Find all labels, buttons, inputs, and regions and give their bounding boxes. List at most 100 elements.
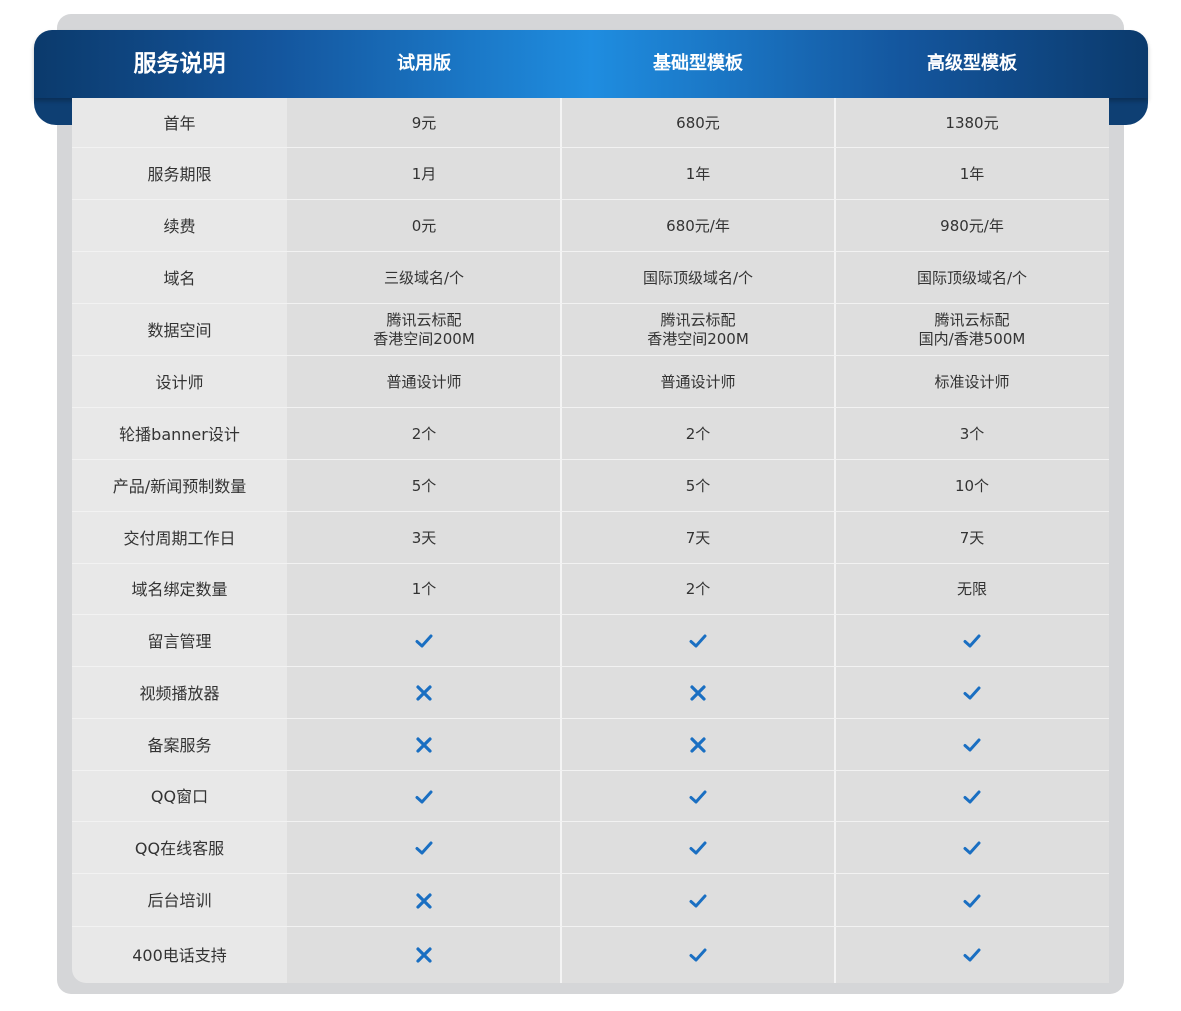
check-icon [561,615,835,667]
column-divider [560,460,562,512]
header-title: 服务说明 [133,51,226,77]
check-icon [287,822,561,874]
row-label: 首年 [72,98,287,148]
column-divider [834,771,836,822]
check-icon [287,615,561,667]
cross-icon [561,667,835,719]
column-divider [560,822,562,874]
column-divider [560,408,562,460]
row-label: QQ在线客服 [72,822,287,874]
column-divider [560,252,562,304]
plan-value: 国际顶级域名/个 [835,252,1109,304]
row-label: 续费 [72,200,287,252]
row-label: 后台培训 [72,874,287,927]
plan-value: 3天 [287,512,561,564]
check-icon [835,874,1109,927]
check-icon [835,927,1109,983]
plan-value: 三级域名/个 [287,252,561,304]
column-divider [834,564,836,615]
cross-icon [287,874,561,927]
check-icon [835,615,1109,667]
check-icon [561,822,835,874]
plan-value: 无限 [835,564,1109,615]
plan-value: 1380元 [835,98,1109,148]
table-row: 后台培训 [72,874,1109,927]
table-row: 首年 9元 680元 1380元 [72,98,1109,148]
column-divider [560,927,562,983]
table-row: 服务期限 1月 1年 1年 [72,148,1109,200]
cross-icon [287,719,561,771]
table-row: 数据空间 腾讯云标配 香港空间200M 腾讯云标配 香港空间200M 腾讯云标配 国内… [72,304,1109,356]
row-label: 视频播放器 [72,667,287,719]
column-divider [834,927,836,983]
column-divider [834,252,836,304]
header-plan-advanced: 高级型模板 [927,53,1017,74]
table-row: 域名 三级域名/个 国际顶级域名/个 国际顶级域名/个 [72,252,1109,304]
check-icon [835,667,1109,719]
plan-value: 980元/年 [835,200,1109,252]
table-row: QQ窗口 [72,771,1109,822]
table-row: 产品/新闻预制数量 5个 5个 10个 [72,460,1109,512]
row-label: 留言管理 [72,615,287,667]
column-divider [834,667,836,719]
table-row: 域名绑定数量 1个 2个 无限 [72,564,1109,615]
check-icon [561,771,835,822]
check-icon [561,927,835,983]
column-divider [560,356,562,408]
column-divider [834,615,836,667]
table-row: 400电话支持 [72,927,1109,983]
check-icon [835,771,1109,822]
plan-value: 腾讯云标配 香港空间200M [287,304,561,356]
plan-value: 2个 [561,564,835,615]
table-row: QQ在线客服 [72,822,1109,874]
row-label: 域名绑定数量 [72,564,287,615]
column-divider [834,356,836,408]
column-divider [560,200,562,252]
row-label: 服务期限 [72,148,287,200]
plan-value: 9元 [287,98,561,148]
plan-value: 腾讯云标配 香港空间200M [561,304,835,356]
check-icon [835,719,1109,771]
plan-value: 1年 [835,148,1109,200]
row-label: 轮播banner设计 [72,408,287,460]
plan-value: 5个 [561,460,835,512]
plan-value: 2个 [287,408,561,460]
cross-icon [287,927,561,983]
plan-value: 7天 [561,512,835,564]
table-row: 设计师 普通设计师 普通设计师 标准设计师 [72,356,1109,408]
column-divider [560,874,562,927]
column-divider [560,512,562,564]
check-icon [287,771,561,822]
column-divider [560,148,562,200]
column-divider [834,460,836,512]
column-divider [560,771,562,822]
row-label: QQ窗口 [72,771,287,822]
column-divider [834,200,836,252]
plan-value: 普通设计师 [287,356,561,408]
plan-value: 1年 [561,148,835,200]
column-divider [560,667,562,719]
row-label: 域名 [72,252,287,304]
cross-icon [561,719,835,771]
table-row: 轮播banner设计 2个 2个 3个 [72,408,1109,460]
plan-value: 0元 [287,200,561,252]
plan-value: 680元/年 [561,200,835,252]
header-plan-trial: 试用版 [397,53,451,74]
row-label: 交付周期工作日 [72,512,287,564]
plan-value: 1个 [287,564,561,615]
column-divider [834,874,836,927]
table-row: 续费 0元 680元/年 980元/年 [72,200,1109,252]
plan-value: 3个 [835,408,1109,460]
row-label: 设计师 [72,356,287,408]
column-divider [560,615,562,667]
plan-value: 1月 [287,148,561,200]
row-label: 产品/新闻预制数量 [72,460,287,512]
column-divider [834,512,836,564]
column-divider [834,822,836,874]
plan-value: 5个 [287,460,561,512]
table-header: 服务说明 试用版 基础型模板 高级型模板 [34,30,1148,98]
row-label: 备案服务 [72,719,287,771]
plan-value: 国际顶级域名/个 [561,252,835,304]
table-row: 视频播放器 [72,667,1109,719]
table-row: 交付周期工作日 3天 7天 7天 [72,512,1109,564]
